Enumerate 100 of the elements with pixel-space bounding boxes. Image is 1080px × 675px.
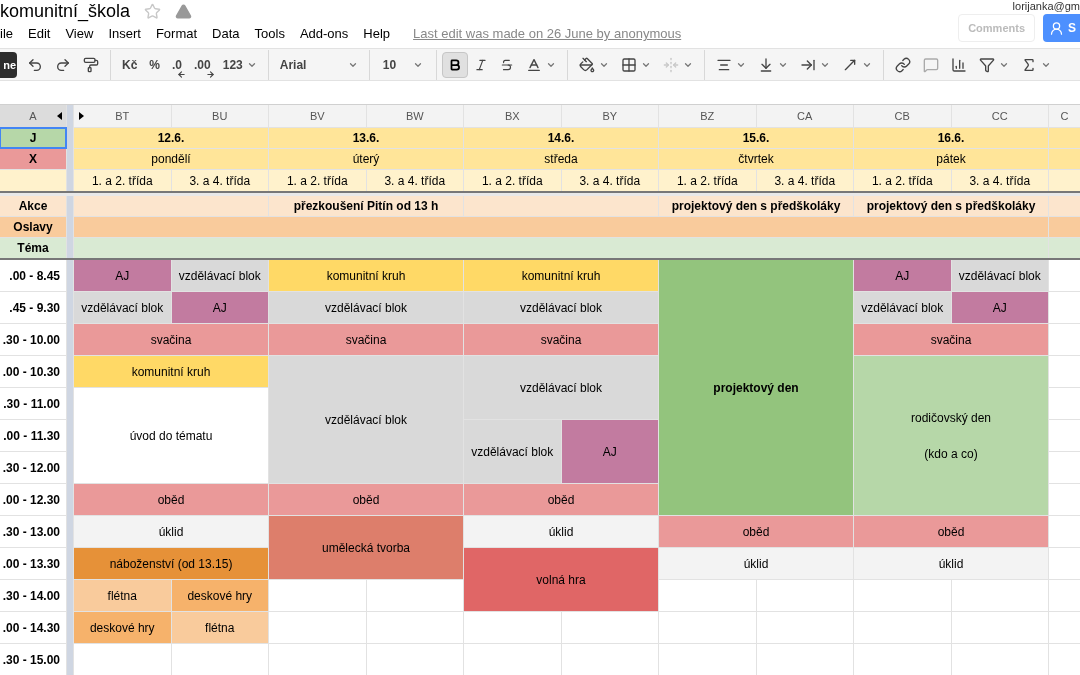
menu-item[interactable]: ile [0,24,13,44]
time-label: .00 - 10.30 [0,356,66,387]
table-cell [1049,388,1080,419]
column-header[interactable]: BU [171,105,268,127]
time-label: .00 - 11.30 [0,420,66,451]
column-header[interactable]: BT [74,105,171,127]
time-label: .45 - 9.30 [0,292,66,323]
number-format-button[interactable]: 123 [216,51,263,78]
undo-icon [27,56,43,73]
paint-bucket-icon [578,56,595,73]
cell-text: AJ [895,267,910,285]
drive-icon[interactable] [175,2,193,20]
cell-text: vzdělávací blok [519,299,602,317]
table-cell [1049,612,1080,643]
cell-text: vzdělávací blok [324,411,407,429]
cell-text: AJ [212,299,227,317]
menu-item[interactable]: Insert [108,24,141,44]
table-cell: 1. a 2. třída [269,170,366,191]
cell-text: úklid [548,523,574,541]
time-label: .00 - 12.30 [0,484,66,515]
column-header[interactable]: C [1049,105,1080,127]
font-dropdown[interactable]: Arial [273,55,364,74]
cell-text: deskové hry [89,619,155,637]
person-icon [1049,20,1064,36]
collapse-arrow-icon[interactable] [57,112,62,120]
cell-text: úvod do tématu [129,427,213,445]
column-header[interactable]: CA [756,105,853,127]
done-button[interactable]: ne [0,51,17,78]
table-cell [1049,128,1080,148]
table-cell: čtvrtek [659,149,853,169]
column-header[interactable]: BV [269,105,366,127]
table-cell [1049,170,1080,191]
table-cell: pondělí [74,149,268,169]
cell-text: oběd [937,523,965,541]
cell-text: úklid [158,523,184,541]
document-title[interactable]: komunitní_škola [0,0,131,25]
italic-icon [473,57,488,72]
cell-text: flétna [205,619,235,637]
menu-item[interactable]: Data [212,24,240,44]
column-header[interactable]: BY [561,105,658,127]
cell-text: oběd [742,523,770,541]
star-icon[interactable] [144,2,162,20]
cell-text: flétna [107,587,137,605]
column-header[interactable]: CB [854,105,951,127]
menu-item[interactable]: View [65,24,94,44]
account-email: lorijanka@gm [1012,0,1080,14]
expand-arrow-icon[interactable] [79,112,84,120]
cell-text: vzdělávací blok [519,379,602,397]
time-label: .30 - 12.00 [0,452,66,483]
column-header[interactable]: BX [464,105,561,127]
cell-text: deskové hry [187,587,253,605]
menu-item[interactable]: Edit [28,24,51,44]
table-cell: 16.6. [854,128,1048,148]
decrease-decimals-button[interactable]: .0 [166,51,189,78]
merge-icon [662,56,679,73]
font-size-dropdown[interactable]: 10 [374,55,431,74]
last-edit-link[interactable]: Last edit was made on 26 June by anonymous [413,24,682,44]
cell-text: AJ [602,443,617,461]
table-cell [1049,484,1080,515]
table-cell [1049,452,1080,483]
arrow-icon [205,69,215,79]
table-cell [1049,238,1080,258]
column-header[interactable]: A [0,105,66,127]
table-cell: 12.6. [74,128,268,148]
table-cell [1049,217,1080,237]
cell-text: vzdělávací blok [958,267,1041,285]
menu-item[interactable]: Tools [254,24,285,44]
menu-item[interactable]: Add-ons [299,24,349,44]
menu-item[interactable]: Help [363,24,391,44]
filter-icon [978,56,995,73]
text-color-icon [525,56,542,73]
cell-text: komunitní kruh [521,267,601,285]
column-header[interactable]: CC [951,105,1048,127]
table-cell: 3. a 4. třída [561,170,658,191]
row-header: Téma [0,238,66,258]
cell-text: vzdělávací blok [81,299,164,317]
table-cell: 13.6. [269,128,463,148]
percent-button[interactable]: % [143,51,166,78]
cell-text: volná hra [536,571,586,589]
cell-text: svačina [345,331,387,349]
column-header[interactable]: BZ [659,105,756,127]
cell-text: AJ [992,299,1007,317]
currency-button[interactable]: Kč [116,51,144,78]
column-header[interactable]: BW [366,105,463,127]
cell-text: náboženství (od 13.15) [109,555,233,573]
time-label: .00 - 13.30 [0,548,66,579]
row-header [0,170,66,191]
menu-item[interactable]: Format [155,24,198,44]
cell-note: (kdo a co) [924,445,978,463]
time-label: .00 - 14.30 [0,612,66,643]
table-cell: 3. a 4. třída [171,170,268,191]
chart-icon [950,56,967,73]
table-cell: 15.6. [659,128,853,148]
bold-button[interactable] [441,51,468,78]
table-cell: 3. a 4. třída [366,170,463,191]
table-cell: pátek [854,149,1048,169]
cell-text: vzdělávací blok [861,299,944,317]
link-icon [894,56,911,73]
cell-text: rodičovský den [910,409,991,427]
increase-decimals-button[interactable]: .00 [188,51,217,78]
